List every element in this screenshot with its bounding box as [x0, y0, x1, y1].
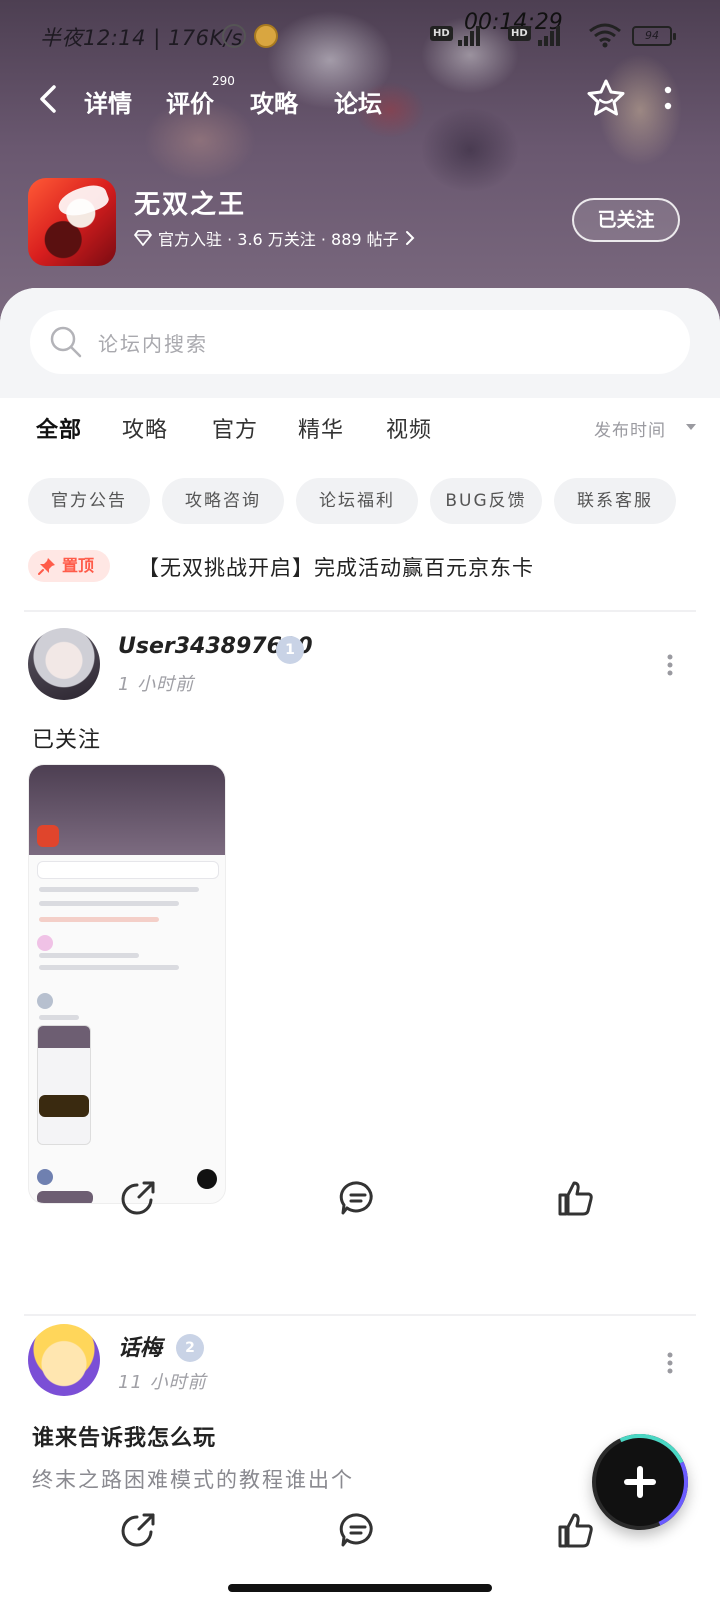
status-bar: 半夜12:14 | 176K/s 00:14:29 HD HD 94 — [0, 0, 720, 70]
comment-icon[interactable] — [338, 1510, 378, 1550]
share-icon[interactable] — [118, 1510, 158, 1550]
post-text: 已关注 — [32, 728, 102, 753]
post-actions — [0, 1178, 720, 1228]
chip-announcements[interactable]: 官方公告 — [28, 478, 150, 524]
status-left-text: 半夜12:14 | 176K/s — [40, 26, 243, 50]
top-navigation: 详情 评价 290 攻略 论坛 — [0, 70, 720, 130]
post-more-icon[interactable] — [664, 1350, 676, 1376]
dropdown-arrow-icon[interactable] — [686, 424, 696, 430]
post-excerpt: 终末之路困难模式的教程谁出个 — [32, 1468, 354, 1492]
chip-bug-report[interactable]: BUG反馈 — [430, 478, 542, 524]
avatar[interactable] — [28, 1324, 100, 1396]
hd-icon: HD — [430, 26, 453, 41]
tab-forum[interactable]: 论坛 — [334, 84, 382, 121]
forum-search-input[interactable]: 论坛内搜索 — [30, 310, 690, 374]
pin-icon — [38, 558, 55, 575]
level-badge: 2 — [176, 1334, 204, 1362]
search-area: 论坛内搜索 — [0, 288, 720, 398]
pinned-tag-label: 置顶 — [62, 556, 95, 575]
battery-icon: 94 — [632, 26, 676, 46]
favorite-star-icon[interactable] — [586, 78, 626, 118]
sort-dropdown[interactable]: 发布时间 — [594, 416, 666, 441]
pinned-post[interactable]: 置顶 【无双挑战开启】完成活动赢百元京东卡 — [28, 550, 698, 590]
level-badge: 1 — [276, 636, 304, 664]
hd-icon-2: HD — [508, 26, 531, 41]
forum-panel: 论坛内搜索 全部 攻略 官方 精华 视频 发布时间 官方公告 攻略咨询 论坛福利… — [0, 288, 720, 1600]
like-icon[interactable] — [556, 1178, 596, 1218]
post-item: User343897600 1 1 小时前 已关注 — [0, 618, 720, 1278]
search-placeholder: 论坛内搜索 — [98, 332, 208, 356]
back-arrow-icon[interactable] — [34, 84, 64, 114]
chip-forum-benefits[interactable]: 论坛福利 — [296, 478, 418, 524]
pinned-title[interactable]: 【无双挑战开启】完成活动赢百元京东卡 — [138, 552, 534, 582]
notification-icon — [222, 24, 246, 48]
wifi-icon — [589, 23, 621, 48]
game-header-banner: 半夜12:14 | 176K/s 00:14:29 HD HD 94 详情 评价… — [0, 0, 720, 330]
tab-guides[interactable]: 攻略 — [250, 84, 298, 119]
tab-reviews[interactable]: 评价 — [166, 84, 214, 119]
divider — [24, 610, 696, 612]
reviews-count-badge: 290 — [212, 74, 235, 88]
more-options-icon[interactable] — [656, 82, 680, 116]
game-logo[interactable] — [28, 178, 116, 266]
category-official[interactable]: 官方 — [212, 412, 258, 444]
diamond-icon — [134, 230, 152, 246]
chip-contact-support[interactable]: 联系客服 — [554, 478, 676, 524]
category-featured[interactable]: 精华 — [298, 412, 344, 444]
post-username[interactable]: 话梅 — [118, 1330, 162, 1362]
signal-icon — [458, 24, 488, 46]
topic-chips: 官方公告 攻略咨询 论坛福利 BUG反馈 联系客服 — [28, 478, 698, 526]
game-meta-text: 官方入驻 · 3.6 万关注 · 889 帖子 — [158, 230, 399, 249]
pinned-tag: 置顶 — [28, 550, 110, 582]
category-video[interactable]: 视频 — [386, 412, 432, 444]
category-all[interactable]: 全部 — [36, 412, 83, 446]
chevron-right-icon — [405, 231, 415, 245]
app-notification-icon — [254, 24, 278, 48]
post-title[interactable]: 谁来告诉我怎么玩 — [32, 1420, 216, 1452]
search-icon — [50, 326, 82, 358]
share-icon[interactable] — [118, 1178, 158, 1218]
avatar[interactable] — [28, 628, 100, 700]
category-tabs: 全部 攻略 官方 精华 视频 发布时间 — [0, 408, 720, 458]
like-icon[interactable] — [556, 1510, 596, 1550]
game-name: 无双之王 — [134, 190, 247, 220]
chip-guide-questions[interactable]: 攻略咨询 — [162, 478, 284, 524]
comment-icon[interactable] — [338, 1178, 378, 1218]
post-time: 11 小时前 — [118, 1372, 207, 1393]
category-guides[interactable]: 攻略 — [122, 412, 168, 444]
home-indicator[interactable] — [228, 1584, 492, 1592]
tab-details[interactable]: 详情 — [84, 84, 132, 119]
post-time: 1 小时前 — [118, 674, 195, 695]
signal-icon-2 — [538, 24, 568, 46]
game-meta[interactable]: 官方入驻 · 3.6 万关注 · 889 帖子 — [134, 226, 415, 250]
post-image-screenshot[interactable] — [28, 764, 226, 1204]
follow-button[interactable]: 已关注 — [572, 198, 680, 242]
create-post-button[interactable] — [592, 1434, 688, 1530]
post-more-icon[interactable] — [664, 652, 676, 678]
